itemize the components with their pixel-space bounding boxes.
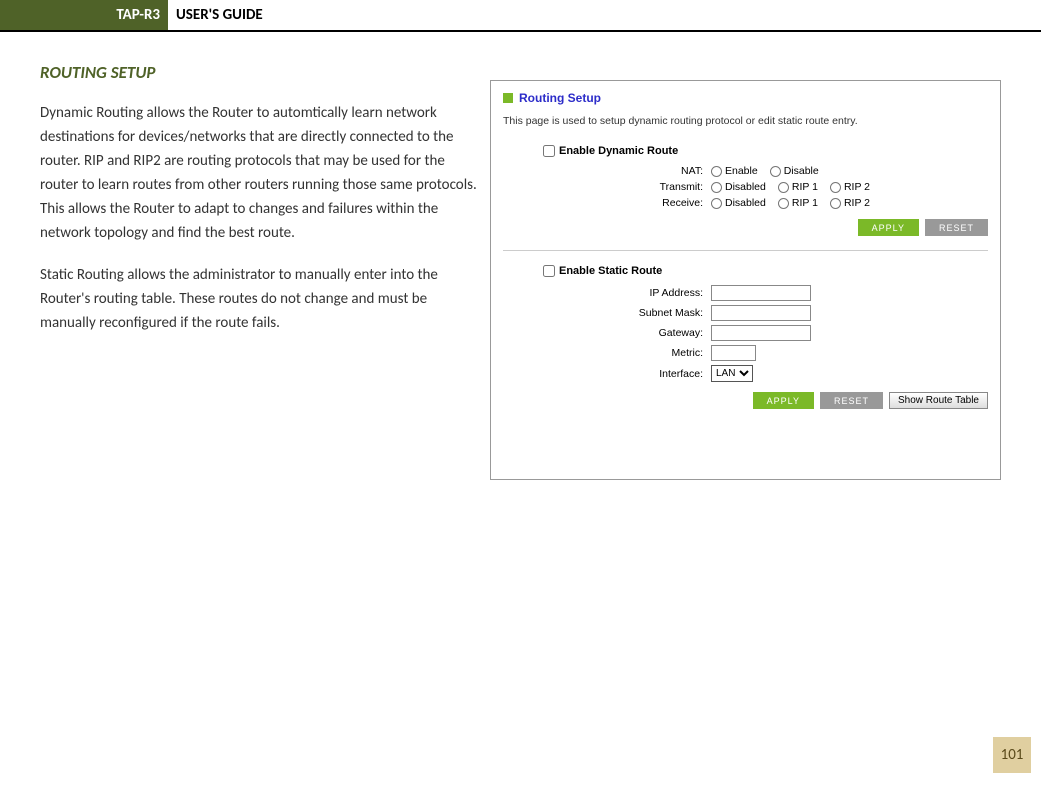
nat-enable-radio[interactable]: [711, 166, 722, 177]
paragraph-dynamic-routing: Dynamic Routing allows the Router to aut…: [40, 101, 480, 245]
interface-label: Interface:: [543, 368, 711, 380]
show-route-table-button[interactable]: Show Route Table: [889, 392, 988, 409]
reset-button-static[interactable]: RESET: [820, 392, 883, 409]
enable-static-route-label: Enable Static Route: [559, 265, 662, 277]
receive-rip2-label: RIP 2: [844, 197, 870, 209]
guide-title: USER'S GUIDE: [168, 0, 263, 30]
gateway-label: Gateway:: [543, 327, 711, 339]
nat-disable-label: Disable: [784, 165, 819, 177]
transmit-rip1-radio[interactable]: [778, 182, 789, 193]
panel-title: Routing Setup: [519, 91, 601, 105]
reset-button-dynamic[interactable]: RESET: [925, 219, 988, 236]
enable-static-route-checkbox[interactable]: [543, 265, 555, 277]
receive-disabled-label: Disabled: [725, 197, 766, 209]
receive-rip1-label: RIP 1: [792, 197, 818, 209]
receive-rip1-radio[interactable]: [778, 198, 789, 209]
transmit-rip2-radio[interactable]: [830, 182, 841, 193]
subnet-mask-input[interactable]: [711, 305, 811, 321]
ip-address-input[interactable]: [711, 285, 811, 301]
ip-address-label: IP Address:: [543, 287, 711, 299]
nat-disable-radio[interactable]: [770, 166, 781, 177]
divider: [503, 250, 988, 251]
transmit-rip1-label: RIP 1: [792, 181, 818, 193]
nat-label: NAT:: [543, 165, 711, 177]
receive-label: Receive:: [543, 197, 711, 209]
nat-enable-label: Enable: [725, 165, 758, 177]
page-number: 101: [993, 737, 1031, 773]
receive-rip2-radio[interactable]: [830, 198, 841, 209]
panel-description: This page is used to setup dynamic routi…: [503, 115, 988, 127]
interface-select[interactable]: LAN: [711, 365, 753, 382]
transmit-rip2-label: RIP 2: [844, 181, 870, 193]
transmit-disabled-label: Disabled: [725, 181, 766, 193]
paragraph-static-routing: Static Routing allows the administrator …: [40, 263, 480, 335]
enable-dynamic-route-label: Enable Dynamic Route: [559, 145, 678, 157]
transmit-label: Transmit:: [543, 181, 711, 193]
routing-setup-panel: Routing Setup This page is used to setup…: [490, 80, 1001, 480]
gateway-input[interactable]: [711, 325, 811, 341]
panel-marker-icon: [503, 93, 513, 103]
section-title: ROUTING SETUP: [40, 62, 480, 83]
product-badge: TAP-R3: [0, 0, 168, 30]
metric-input[interactable]: [711, 345, 756, 361]
subnet-mask-label: Subnet Mask:: [543, 307, 711, 319]
receive-disabled-radio[interactable]: [711, 198, 722, 209]
transmit-disabled-radio[interactable]: [711, 182, 722, 193]
apply-button-static[interactable]: APPLY: [753, 392, 814, 409]
enable-dynamic-route-checkbox[interactable]: [543, 145, 555, 157]
page-header: TAP-R3 USER'S GUIDE: [0, 0, 1041, 32]
metric-label: Metric:: [543, 347, 711, 359]
apply-button-dynamic[interactable]: APPLY: [858, 219, 919, 236]
